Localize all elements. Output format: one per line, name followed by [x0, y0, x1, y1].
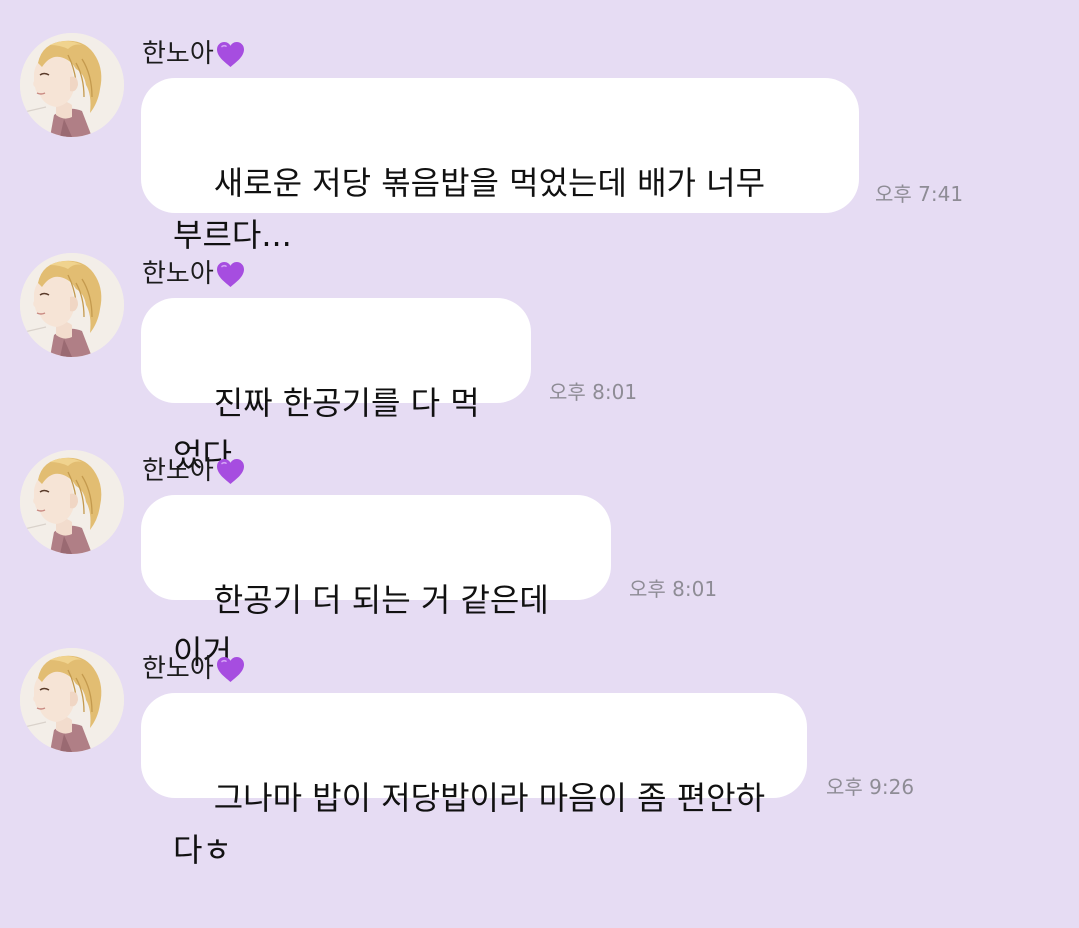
- chat-message: 한노아 진짜 한공기를 다 먹었다 오후 8:01: [0, 253, 1079, 474]
- sender-name: 한노아: [142, 39, 214, 69]
- sender-name-row: 한노아: [142, 259, 245, 289]
- purple-heart-icon: [216, 458, 245, 485]
- message-bubble[interactable]: 그나마 밥이 저당밥이라 마음이 좀 편안하다ㅎ: [141, 693, 807, 869]
- message-bubble[interactable]: 한공기 더 되는 거 같은데 이거: [141, 495, 611, 671]
- message-bubble[interactable]: 새로운 저당 볶음밥을 먹었는데 배가 너무 부르다...: [141, 78, 859, 254]
- message-bubble[interactable]: 진짜 한공기를 다 먹었다: [141, 298, 531, 474]
- sender-name-row: 한노아: [142, 456, 245, 486]
- sender-name: 한노아: [142, 259, 214, 289]
- sender-avatar[interactable]: [20, 648, 124, 752]
- sender-avatar[interactable]: [20, 253, 124, 357]
- sender-avatar[interactable]: [20, 450, 124, 554]
- sender-name-row: 한노아: [142, 39, 245, 69]
- avatar-image: [20, 33, 124, 137]
- sender-name-row: 한노아: [142, 654, 245, 684]
- message-timestamp: 오후 8:01: [629, 577, 718, 601]
- message-text: 새로운 저당 볶음밥을 먹었는데 배가 너무 부르다...: [173, 164, 766, 254]
- sender-name: 한노아: [142, 654, 214, 684]
- chat-message: 한노아 새로운 저당 볶음밥을 먹었는데 배가 너무 부르다... 오후 7:4…: [0, 33, 1079, 254]
- sender-avatar[interactable]: [20, 33, 124, 137]
- message-text: 그나마 밥이 저당밥이라 마음이 좀 편안하다ㅎ: [173, 779, 766, 869]
- chat-message: 한노아 한공기 더 되는 거 같은데 이거 오후 8:01: [0, 450, 1079, 671]
- purple-heart-icon: [216, 261, 245, 288]
- message-timestamp: 오후 8:01: [549, 380, 638, 404]
- avatar-image: [20, 648, 124, 752]
- message-timestamp: 오후 9:26: [826, 775, 915, 799]
- message-timestamp: 오후 7:41: [875, 182, 964, 206]
- purple-heart-icon: [216, 656, 245, 683]
- sender-name: 한노아: [142, 456, 214, 486]
- purple-heart-icon: [216, 41, 245, 68]
- avatar-image: [20, 450, 124, 554]
- avatar-image: [20, 253, 124, 357]
- chat-message: 한노아 그나마 밥이 저당밥이라 마음이 좀 편안하다ㅎ 오후 9:26: [0, 648, 1079, 869]
